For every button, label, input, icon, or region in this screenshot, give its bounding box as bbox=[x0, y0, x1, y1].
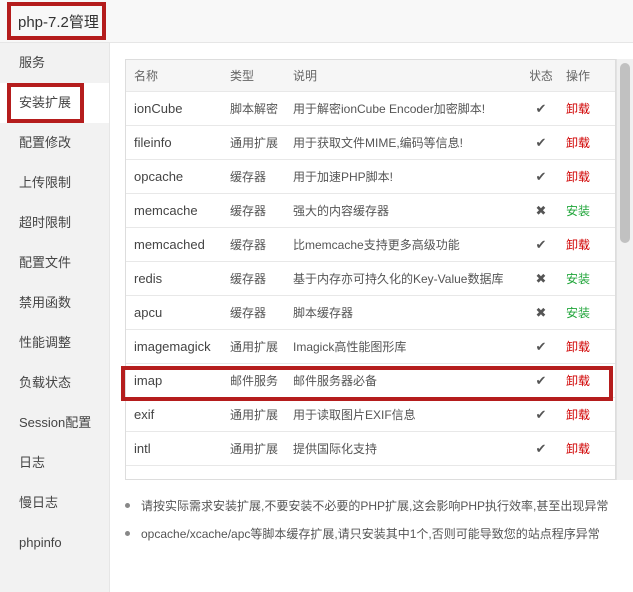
sidebar-item-session-config[interactable]: Session配置 bbox=[0, 403, 109, 443]
check-icon: ✔ bbox=[535, 406, 547, 422]
uninstall-button[interactable]: 卸载 bbox=[566, 398, 606, 431]
table-row: redis 缓存器 基于内存亦可持久化的Key-Value数据库 ✖ 安装 bbox=[126, 262, 615, 296]
ext-name: intl bbox=[134, 441, 151, 456]
sidebar: 服务 安装扩展 配置修改 上传限制 超时限制 配置文件 禁用函数 性能调整 负载… bbox=[0, 43, 110, 592]
ext-name: fileinfo bbox=[134, 135, 172, 150]
cross-icon: ✖ bbox=[535, 304, 547, 320]
sidebar-item-service[interactable]: 服务 bbox=[0, 43, 109, 83]
install-button[interactable]: 安装 bbox=[566, 262, 606, 295]
cross-icon: ✖ bbox=[535, 270, 547, 286]
check-icon: ✔ bbox=[535, 168, 547, 184]
ext-type: 缓存器 bbox=[230, 170, 267, 184]
ext-type: 通用扩展 bbox=[230, 408, 279, 422]
list-item: 请按实际需求安装扩展,不要安装不必要的PHP扩展,这会影响PHP执行效率,甚至出… bbox=[125, 492, 625, 520]
uninstall-button[interactable]: 卸载 bbox=[566, 160, 606, 193]
ext-desc: 提供国际化支持 bbox=[293, 442, 378, 456]
note-text: opcache/xcache/apc等脚本缓存扩展,请只安装其中1个,否则可能导… bbox=[141, 527, 600, 541]
sidebar-highlight-box bbox=[7, 83, 84, 123]
ext-type: 缓存器 bbox=[230, 272, 267, 286]
check-icon: ✔ bbox=[535, 236, 547, 252]
sidebar-item-disabled-functions[interactable]: 禁用函数 bbox=[0, 283, 109, 323]
sidebar-item-phpinfo[interactable]: phpinfo bbox=[0, 523, 109, 563]
uninstall-button[interactable]: 卸载 bbox=[566, 228, 606, 261]
bullet-icon bbox=[125, 503, 130, 508]
ext-name: memcached bbox=[134, 237, 205, 252]
ext-type: 通用扩展 bbox=[230, 442, 279, 456]
ext-desc: 用于读取图片EXIF信息 bbox=[293, 408, 416, 422]
sidebar-item-log[interactable]: 日志 bbox=[0, 443, 109, 483]
ext-name: exif bbox=[134, 407, 155, 422]
install-button[interactable]: 安装 bbox=[566, 296, 606, 329]
sidebar-item-slow-log[interactable]: 慢日志 bbox=[0, 483, 109, 523]
uninstall-button[interactable]: 卸载 bbox=[566, 330, 606, 363]
extensions-table: 名称 类型 说明 状态 操作 ionCube 脚本解密 用于解密ionCube … bbox=[125, 59, 616, 480]
table-row: opcache 缓存器 用于加速PHP脚本! ✔ 卸载 bbox=[126, 160, 615, 194]
uninstall-button[interactable]: 卸载 bbox=[566, 432, 606, 465]
uninstall-button[interactable]: 卸载 bbox=[566, 126, 606, 159]
ext-desc: 用于加速PHP脚本! bbox=[293, 170, 394, 184]
ext-name: apcu bbox=[134, 305, 163, 320]
ext-name: redis bbox=[134, 271, 163, 286]
table-row: intl 通用扩展 提供国际化支持 ✔ 卸载 bbox=[126, 432, 615, 466]
note-text: 请按实际需求安装扩展,不要安装不必要的PHP扩展,这会影响PHP执行效率,甚至出… bbox=[141, 499, 609, 513]
check-icon: ✔ bbox=[535, 338, 547, 354]
ext-name: imagemagick bbox=[134, 339, 211, 354]
ext-name: ionCube bbox=[134, 101, 183, 116]
ext-type: 缓存器 bbox=[230, 238, 267, 252]
list-item: opcache/xcache/apc等脚本缓存扩展,请只安装其中1个,否则可能导… bbox=[125, 520, 625, 548]
ext-desc: 比memcache支持更多高级功能 bbox=[293, 238, 460, 252]
table-row: imagemagick 通用扩展 Imagick高性能图形库 ✔ 卸载 bbox=[126, 330, 615, 364]
table-header-row: 名称 类型 说明 状态 操作 bbox=[126, 60, 615, 92]
ext-desc: Imagick高性能图形库 bbox=[293, 340, 407, 354]
ext-name: memcache bbox=[134, 203, 198, 218]
check-icon: ✔ bbox=[535, 100, 547, 116]
ext-type: 缓存器 bbox=[230, 306, 267, 320]
table-row: fileinfo 通用扩展 用于获取文件MIME,编码等信息! ✔ 卸载 bbox=[126, 126, 615, 160]
ext-desc: 用于获取文件MIME,编码等信息! bbox=[293, 136, 463, 150]
ext-desc: 强大的内容缓存器 bbox=[293, 204, 390, 218]
cross-icon: ✖ bbox=[535, 202, 547, 218]
ext-desc: 脚本缓存器 bbox=[293, 306, 354, 320]
sidebar-item-load-status[interactable]: 负载状态 bbox=[0, 363, 109, 403]
table-row: memcached 缓存器 比memcache支持更多高级功能 ✔ 卸载 bbox=[126, 228, 615, 262]
header-op: 操作 bbox=[566, 69, 591, 83]
ext-desc: 基于内存亦可持久化的Key-Value数据库 bbox=[293, 272, 504, 286]
notes-list: 请按实际需求安装扩展,不要安装不必要的PHP扩展,这会影响PHP执行效率,甚至出… bbox=[125, 492, 625, 548]
scrollbar-thumb[interactable] bbox=[620, 63, 630, 243]
check-icon: ✔ bbox=[535, 134, 547, 150]
sidebar-item-config-file[interactable]: 配置文件 bbox=[0, 243, 109, 283]
ext-type: 缓存器 bbox=[230, 204, 267, 218]
header-status[interactable]: 状态 bbox=[530, 60, 552, 91]
sidebar-item-timeout-limit[interactable]: 超时限制 bbox=[0, 203, 109, 243]
bullet-icon bbox=[125, 531, 130, 536]
header-name[interactable]: 名称 bbox=[134, 60, 224, 91]
ext-type: 通用扩展 bbox=[230, 340, 279, 354]
header-type[interactable]: 类型 bbox=[230, 60, 292, 91]
uninstall-button[interactable]: 卸载 bbox=[566, 92, 606, 125]
install-button[interactable]: 安装 bbox=[566, 194, 606, 227]
table-row: ionCube 脚本解密 用于解密ionCube Encoder加密脚本! ✔ … bbox=[126, 92, 615, 126]
title-highlight-box bbox=[7, 2, 106, 40]
ext-desc: 用于解密ionCube Encoder加密脚本! bbox=[293, 102, 486, 116]
table-scrollbar[interactable] bbox=[616, 59, 633, 480]
ext-name: opcache bbox=[134, 169, 184, 184]
ext-type: 脚本解密 bbox=[230, 102, 279, 116]
sidebar-item-config-modify[interactable]: 配置修改 bbox=[0, 123, 109, 163]
imap-row-highlight-box bbox=[121, 366, 613, 401]
ext-type: 通用扩展 bbox=[230, 136, 279, 150]
table-row: exif 通用扩展 用于读取图片EXIF信息 ✔ 卸载 bbox=[126, 398, 615, 432]
table-row: memcache 缓存器 强大的内容缓存器 ✖ 安装 bbox=[126, 194, 615, 228]
sidebar-item-upload-limit[interactable]: 上传限制 bbox=[0, 163, 109, 203]
header-desc: 说明 bbox=[293, 69, 318, 83]
sidebar-item-performance[interactable]: 性能调整 bbox=[0, 323, 109, 363]
table-row: apcu 缓存器 脚本缓存器 ✖ 安装 bbox=[126, 296, 615, 330]
check-icon: ✔ bbox=[535, 440, 547, 456]
